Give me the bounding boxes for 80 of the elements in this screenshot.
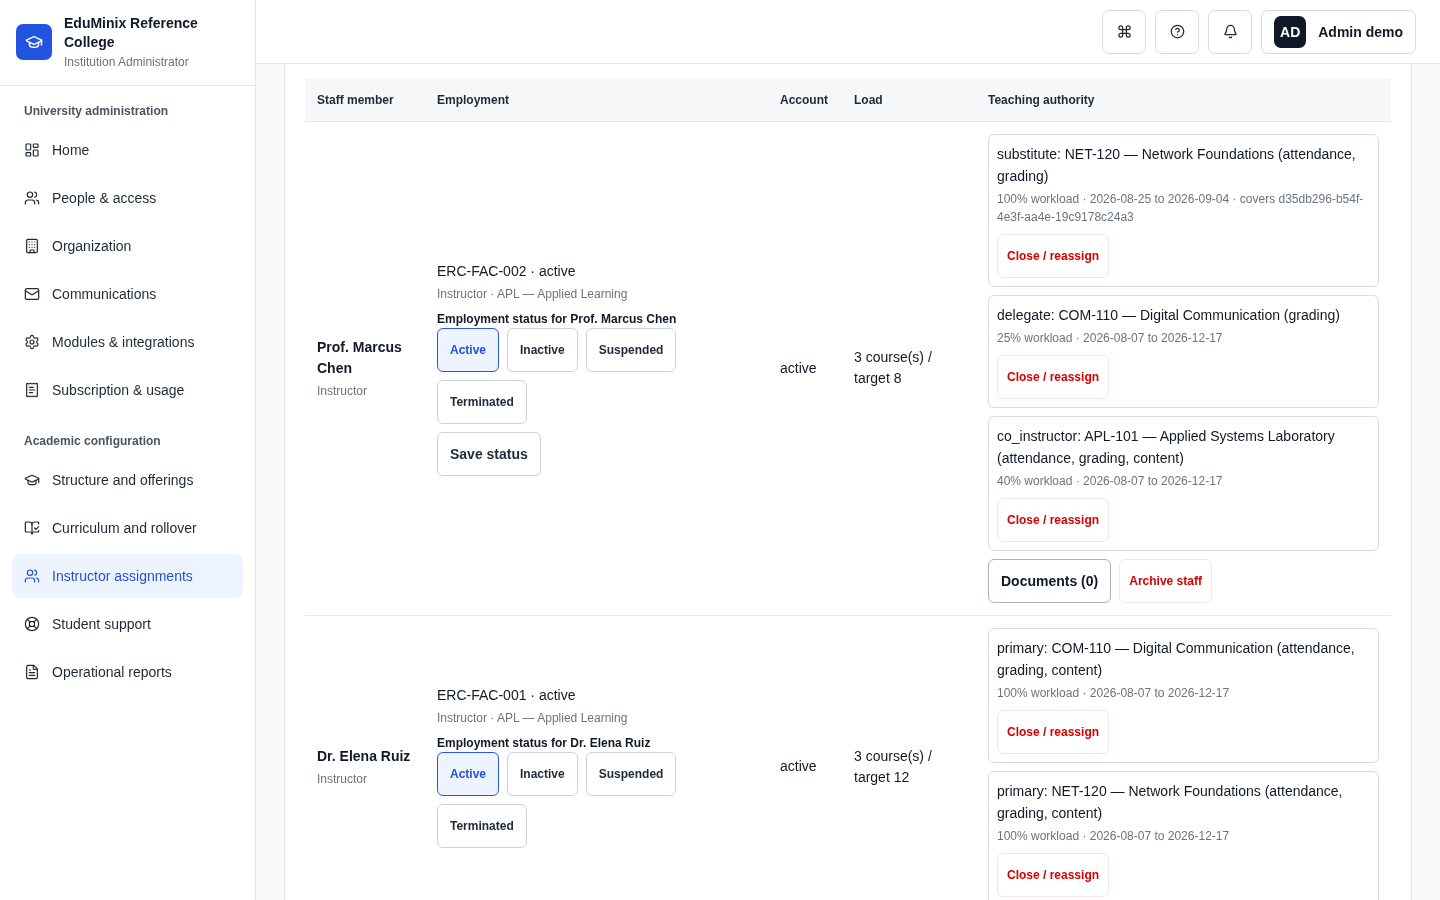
dashboard-icon bbox=[24, 142, 40, 158]
assignment-title: primary: NET-120 — Network Foundations (attendance, grading, content) bbox=[997, 781, 1344, 823]
command-icon bbox=[1116, 24, 1132, 39]
assignment-title: delegate: COM-110 — Digital Communication (grading) bbox=[997, 305, 1341, 325]
assignment-details: 25% workload · 2026-08-07 to 2026-12-17 bbox=[997, 329, 1224, 347]
nav-item[interactable]: Instructor assignments bbox=[12, 554, 243, 598]
status-option[interactable]: Inactive bbox=[507, 327, 578, 372]
staff-name: Dr. Elena Ruiz bbox=[317, 746, 412, 766]
nav-item[interactable]: Communications bbox=[12, 272, 243, 316]
assignment-details: 100% workload · 2026-08-25 to 2026-09-04 · covers d35db296-b54f-4e3f-aa4e-19c9178c24a3 bbox=[997, 190, 1365, 226]
close-reassign-button[interactable]: Close / reassign bbox=[997, 497, 1110, 542]
field-label: Employment status for Prof. Marcus Chen bbox=[437, 311, 678, 326]
assignment-details: 40% workload · 2026-08-07 to 2026-12-17 bbox=[997, 472, 1224, 490]
users-icon bbox=[24, 568, 40, 584]
document-icon bbox=[24, 664, 40, 680]
nav-item[interactable]: Modules & integrations bbox=[12, 320, 243, 364]
column-header: Account bbox=[768, 79, 842, 121]
column-header: Staff member bbox=[305, 79, 425, 121]
status-option[interactable]: Active bbox=[437, 752, 500, 796]
notifications-button[interactable] bbox=[1208, 9, 1253, 54]
department: Instructor · APL — Applied Learning bbox=[437, 710, 629, 727]
status-option[interactable]: Suspended bbox=[585, 327, 677, 372]
archive-button[interactable]: Archive staff bbox=[1119, 558, 1212, 603]
logo-icon bbox=[16, 24, 52, 60]
book-check-icon bbox=[24, 520, 40, 536]
command-button[interactable] bbox=[1102, 9, 1147, 54]
avatar: AD bbox=[1274, 15, 1307, 48]
field-label: Employment status for Dr. Elena Ruiz bbox=[437, 736, 652, 750]
users-icon bbox=[24, 190, 40, 206]
help-button[interactable] bbox=[1155, 9, 1200, 54]
bell-icon bbox=[1222, 24, 1238, 39]
column-header: Employment bbox=[425, 79, 768, 121]
settings-icon bbox=[24, 334, 40, 350]
status-option[interactable]: Terminated bbox=[437, 804, 527, 848]
staff-role: Instructor bbox=[317, 382, 368, 400]
staff-name: Prof. Marcus Chen bbox=[317, 337, 403, 378]
status-option[interactable]: Terminated bbox=[437, 379, 527, 424]
nav-item[interactable]: Operational reports bbox=[12, 650, 243, 694]
nav-item[interactable]: Subscription & usage bbox=[12, 368, 243, 412]
status-option[interactable]: Inactive bbox=[507, 752, 578, 796]
account-status: active bbox=[780, 358, 818, 378]
nav-item[interactable]: Home bbox=[12, 128, 243, 172]
mail-icon bbox=[24, 286, 40, 302]
nav-item[interactable]: Curriculum and rollover bbox=[12, 506, 243, 550]
status-option[interactable]: Active bbox=[437, 327, 500, 372]
course-load: 3 course(s) / target 8 bbox=[854, 348, 933, 388]
nav-item[interactable]: Structure and offerings bbox=[12, 458, 243, 502]
assignment-title: primary: COM-110 — Digital Communication (attendance, grading, content) bbox=[997, 638, 1356, 680]
course-load: 3 course(s) / target 12 bbox=[854, 746, 933, 787]
assignment-details: 100% workload · 2026-08-07 to 2026-12-17 bbox=[997, 684, 1231, 702]
account-status: active bbox=[780, 757, 818, 776]
help-icon bbox=[1169, 24, 1185, 39]
staff-role: Instructor bbox=[317, 770, 368, 788]
close-reassign-button[interactable]: Close / reassign bbox=[997, 709, 1110, 754]
user-role: Institution Administrator bbox=[64, 55, 190, 69]
nav-item[interactable]: People & access bbox=[12, 176, 243, 220]
graduation-cap-icon bbox=[24, 472, 40, 488]
employee-id: ERC-FAC-002 · active bbox=[437, 261, 577, 281]
column-header: Teaching authority bbox=[976, 79, 1391, 121]
lifebuoy-icon bbox=[24, 616, 40, 632]
user-menu-button[interactable]: AD Admin demo bbox=[1261, 9, 1416, 54]
assignment-title: co_instructor: APL-101 — Applied Systems Laboratory (attendance, grading, content) bbox=[997, 426, 1336, 468]
institution-name: EduMinix Reference College bbox=[64, 14, 199, 52]
save-status-button[interactable]: Save status bbox=[437, 431, 541, 476]
column-header: Load bbox=[842, 79, 976, 121]
building-icon bbox=[24, 238, 40, 254]
documents-button[interactable]: Documents (0) bbox=[988, 558, 1112, 603]
section-title: University administration bbox=[23, 103, 170, 120]
department: Instructor · APL — Applied Learning bbox=[437, 285, 629, 303]
nav-item[interactable]: Student support bbox=[12, 602, 243, 646]
nav-item[interactable]: Organization bbox=[12, 224, 243, 268]
receipt-icon bbox=[24, 382, 40, 398]
close-reassign-button[interactable]: Close / reassign bbox=[997, 354, 1110, 399]
close-reassign-button[interactable]: Close / reassign bbox=[997, 233, 1110, 278]
assignment-details: 100% workload · 2026-08-07 to 2026-12-17 bbox=[997, 827, 1231, 845]
assignment-title: substitute: NET-120 — Network Foundations (attendance, grading) bbox=[997, 144, 1357, 186]
employee-id: ERC-FAC-001 · active bbox=[437, 686, 577, 705]
close-reassign-button[interactable]: Close / reassign bbox=[997, 852, 1110, 897]
section-title: Academic configuration bbox=[23, 433, 162, 450]
status-option[interactable]: Suspended bbox=[585, 752, 677, 796]
